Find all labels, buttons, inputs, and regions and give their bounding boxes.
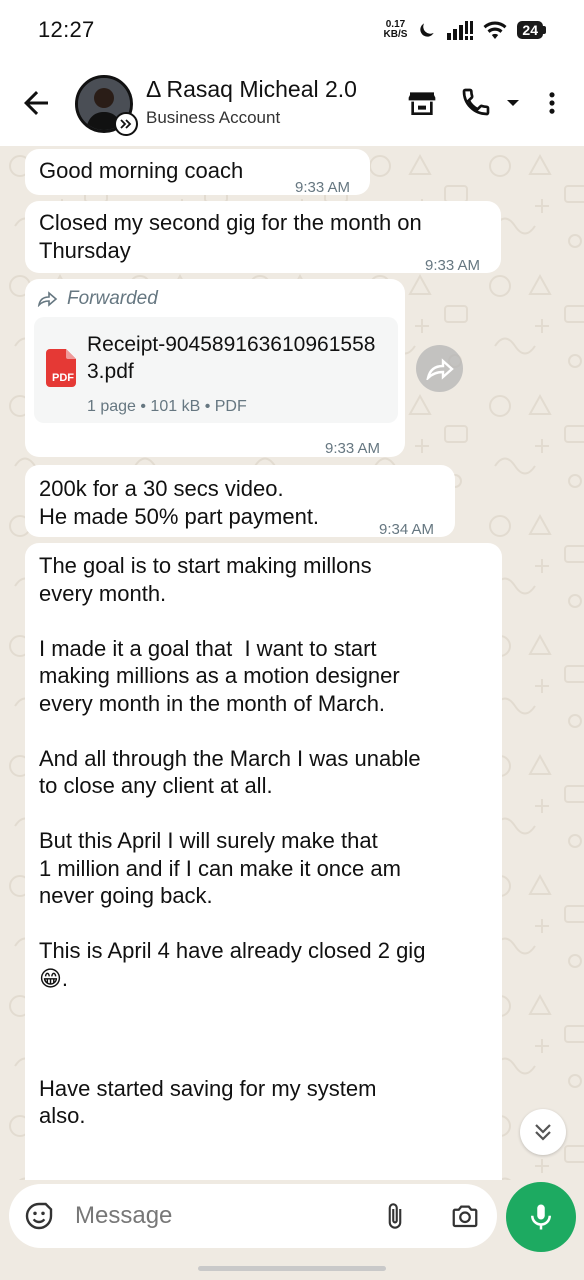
attach-button[interactable] [381,1199,409,1238]
message-input[interactable] [75,1196,365,1236]
message-time: 9:33 AM [295,179,351,196]
camera-icon [452,1205,478,1228]
share-forward-icon [425,357,454,380]
battery-level: 24 [517,21,543,39]
camera-button[interactable] [449,1201,481,1236]
back-button[interactable] [18,85,54,121]
message-bubble[interactable]: Closed my second gig for the month on Th… [25,201,501,274]
wifi-icon [483,21,507,39]
moon-icon [420,23,435,37]
battery-indicator: 24 [517,21,546,39]
message-time: 9:33 AM [325,440,381,457]
battery-tip [543,26,546,34]
business-badge [114,112,138,136]
chat-area[interactable]: Good morning coach 9:33 AM Closed my sec… [0,146,584,1180]
contact-subtitle[interactable]: Business Account [146,108,280,128]
chevron-down-icon [507,100,519,106]
pdf-file-icon: PDF [44,349,78,394]
message-text: Good morning coach [39,158,244,183]
status-time: 12:27 [38,17,95,42]
forwarded-text: Forwarded [67,288,158,309]
document-meta: 1 page • 101 kB • PDF [87,398,247,415]
message-bubble[interactable]: Good morning coach 9:33 AM [25,149,370,196]
message-composer [9,1184,497,1248]
catalog-button[interactable] [406,87,438,124]
message-bubble[interactable]: 200k for a 30 secs video. He made 50% pa… [25,465,455,538]
business-badge-icon [120,119,132,129]
scroll-to-bottom-button[interactable] [520,1109,566,1155]
document-card[interactable]: PDF Receipt-9045891636109615583.pdf 1 pa… [34,317,398,423]
message-text: Closed my second gig for the month on Th… [39,210,422,263]
document-file-name: Receipt-9045891636109615583.pdf [87,333,376,383]
back-arrow-icon [24,91,48,115]
message-bubble[interactable]: The goal is to start making millons ever… [25,543,502,1180]
network-speed: 0.17 KB/S [384,20,408,40]
composer-bar [0,1180,584,1280]
pdf-icon-label: PDF [52,372,74,384]
forwarded-document-message[interactable]: Forwarded PDF Receipt-904589163610961558… [25,279,405,457]
share-forward-button[interactable] [416,345,463,392]
call-options-dropdown[interactable] [504,94,522,117]
catalog-store-icon [408,92,436,115]
contact-name[interactable]: Δ Rasaq Micheal 2.0 [146,76,357,103]
message-text: 200k for a 30 secs video. He made 50% pa… [39,476,320,529]
phone-icon [462,88,490,116]
network-speed-unit: KB/S [383,29,408,40]
forward-icon [37,291,58,307]
message-time: 9:34 AM [379,521,435,538]
mic-icon [531,1204,551,1230]
call-button[interactable] [460,86,492,123]
forwarded-label: Forwarded [37,285,158,313]
status-bar: 12:27 0.17 KB/S 24 [0,0,584,60]
emoji-sticker-icon [25,1202,53,1230]
message-text: The goal is to start making millons ever… [39,553,426,1128]
more-vert-icon [549,92,555,114]
emoji-button[interactable] [23,1200,55,1237]
status-icons: 0.17 KB/S 24 [384,20,546,40]
navigation-handle[interactable] [198,1266,386,1271]
double-chevron-down-icon [535,1124,551,1141]
voice-record-button[interactable] [506,1182,576,1252]
attach-paperclip-icon [388,1203,402,1229]
chat-header: Δ Rasaq Micheal 2.0 Business Account [0,60,584,146]
message-time: 9:33 AM [425,257,481,274]
more-options-button[interactable] [538,87,566,124]
signal-icon [447,21,474,40]
